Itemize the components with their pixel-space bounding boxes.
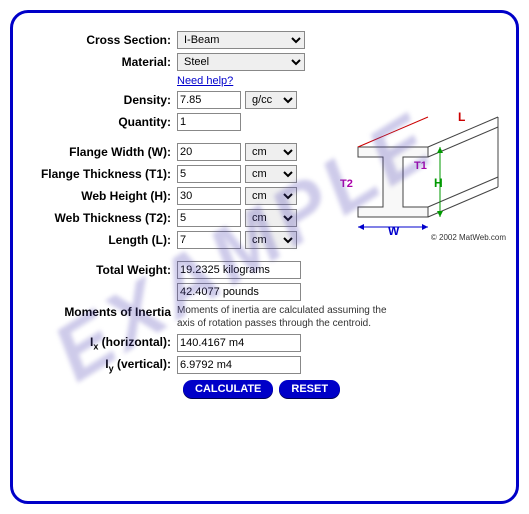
copyright-text: © 2002 MatWeb.com — [431, 233, 506, 242]
output-iy — [177, 356, 301, 374]
calculator-frame: EXAMPLE Cross Section: I-Beam Material: … — [10, 10, 519, 504]
input-web-height[interactable] — [177, 187, 241, 205]
select-web-thickness-unit[interactable]: cm — [245, 209, 297, 227]
i-beam-diagram: L T1 T2 H W — [318, 107, 508, 247]
output-ix — [177, 334, 301, 352]
input-flange-width[interactable] — [177, 143, 241, 161]
select-length-unit[interactable]: cm — [245, 231, 297, 249]
label-ix: Ix (horizontal): — [27, 335, 177, 351]
select-flange-thickness-unit[interactable]: cm — [245, 165, 297, 183]
svg-text:L: L — [458, 110, 465, 124]
select-cross-section[interactable]: I-Beam — [177, 31, 305, 49]
select-flange-width-unit[interactable]: cm — [245, 143, 297, 161]
svg-text:T1: T1 — [414, 160, 427, 172]
input-web-thickness[interactable] — [177, 209, 241, 227]
select-density-unit[interactable]: g/cc — [245, 91, 297, 109]
input-length[interactable] — [177, 231, 241, 249]
reset-button[interactable]: RESET — [279, 380, 340, 398]
label-material: Material: — [27, 55, 177, 69]
output-weight-kg — [177, 261, 301, 279]
label-moi: Moments of Inertia — [27, 305, 177, 319]
label-web-thickness: Web Thickness (T2): — [27, 211, 177, 225]
input-density[interactable] — [177, 91, 241, 109]
label-iy: Iy (vertical): — [27, 357, 177, 373]
label-cross-section: Cross Section: — [27, 33, 177, 47]
label-length: Length (L): — [27, 233, 177, 247]
label-total-weight: Total Weight: — [27, 263, 177, 277]
svg-text:W: W — [388, 224, 400, 238]
select-web-height-unit[interactable]: cm — [245, 187, 297, 205]
need-help-link[interactable]: Need help? — [177, 75, 233, 87]
label-density: Density: — [27, 93, 177, 107]
moi-note: Moments of inertia are calculated assumi… — [177, 305, 407, 330]
svg-text:T2: T2 — [340, 178, 353, 190]
label-flange-thickness: Flange Thickness (T1): — [27, 167, 177, 181]
svg-text:H: H — [434, 176, 443, 190]
select-material[interactable]: Steel — [177, 53, 305, 71]
input-flange-thickness[interactable] — [177, 165, 241, 183]
output-weight-lb — [177, 283, 301, 301]
input-quantity[interactable] — [177, 113, 241, 131]
label-web-height: Web Height (H): — [27, 189, 177, 203]
label-flange-width: Flange Width (W): — [27, 145, 177, 159]
calculate-button[interactable]: CALCULATE — [183, 380, 273, 398]
label-quantity: Quantity: — [27, 115, 177, 129]
